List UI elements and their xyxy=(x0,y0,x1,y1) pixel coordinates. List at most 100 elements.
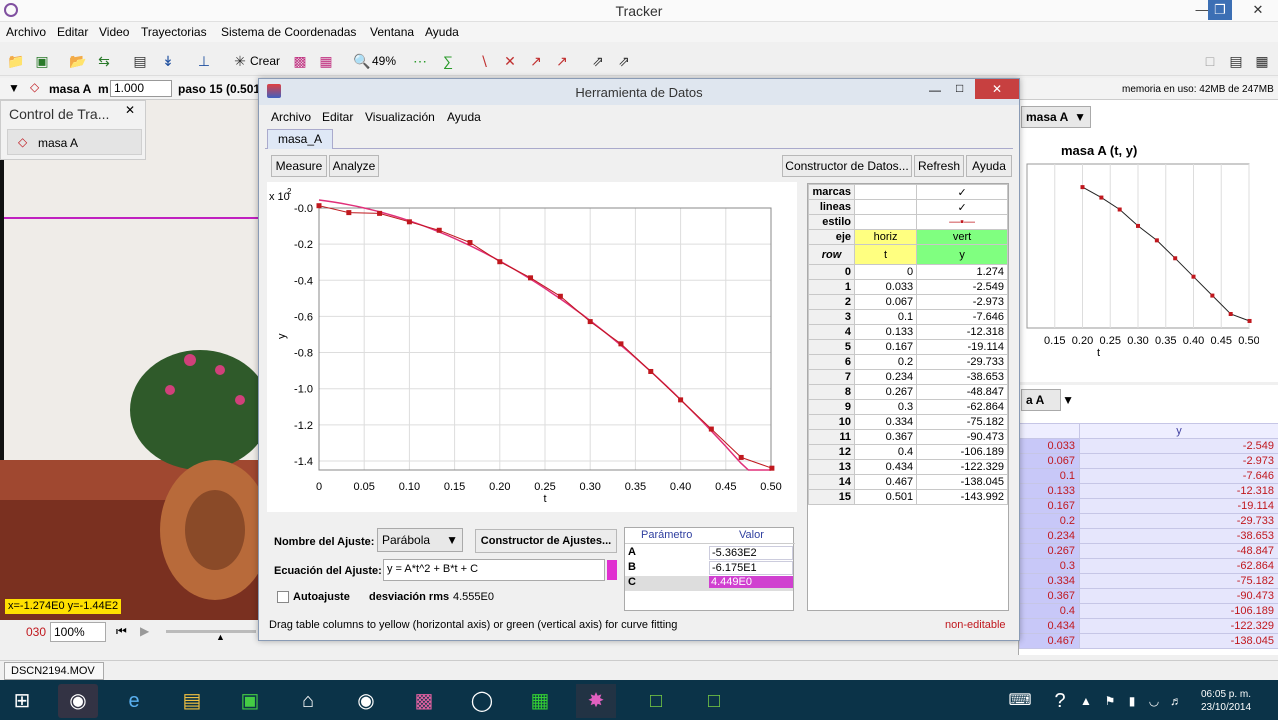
dt-menu-editar[interactable]: Editar xyxy=(322,110,353,124)
right-t-cell[interactable]: 0.467 xyxy=(1019,633,1080,649)
param-row-c[interactable]: C 4.449E0 xyxy=(625,576,793,591)
line-icon[interactable]: ∖ xyxy=(474,51,494,71)
right-t-cell[interactable]: 0.234 xyxy=(1019,528,1080,544)
right-t-cell[interactable]: 0.133 xyxy=(1019,483,1080,499)
clock[interactable]: 06:05 p. m. 23/10/2014 xyxy=(1196,688,1256,714)
keyboard-icon[interactable]: ⌨ xyxy=(1000,684,1040,718)
y-cell[interactable]: -106.189 xyxy=(916,444,1008,460)
param-row-b[interactable]: B -6.175E1 xyxy=(625,561,793,576)
help-button[interactable]: Ayuda xyxy=(966,155,1012,177)
network-icon[interactable]: ◡ xyxy=(1144,684,1164,718)
right-table-row[interactable]: 0.067 -2.973 xyxy=(1019,453,1278,469)
track-control-item[interactable]: ◇ masa A xyxy=(7,129,142,155)
lineas-checkbox[interactable]: ✓ xyxy=(916,199,1008,215)
table-row[interactable]: 2 0.067 -2.973 xyxy=(808,294,1008,310)
right-table-row[interactable]: 0.033 -2.549 xyxy=(1019,438,1278,454)
plot-track-dropdown[interactable]: masa A ▼ xyxy=(1021,106,1091,128)
labels-icon[interactable]: ∑ xyxy=(438,51,458,71)
right-t-cell[interactable]: 0.434 xyxy=(1019,618,1080,634)
right-table-row[interactable]: 0.2 -29.733 xyxy=(1019,513,1278,529)
right-t-cell[interactable]: 0.3 xyxy=(1019,558,1080,574)
table-row[interactable]: 11 0.367 -90.473 xyxy=(808,429,1008,445)
y-cell[interactable]: -12.318 xyxy=(916,324,1008,340)
lineas-t-cell[interactable] xyxy=(853,199,918,215)
t-cell[interactable]: 0.234 xyxy=(853,369,918,385)
y-cell[interactable]: -7.646 xyxy=(916,309,1008,325)
explorer-icon[interactable]: ▤ xyxy=(172,684,212,718)
row-index-cell[interactable]: 0 xyxy=(808,264,855,280)
right-t-cell[interactable]: 0.2 xyxy=(1019,513,1080,529)
row-index-cell[interactable]: 5 xyxy=(808,339,855,355)
close-button[interactable]: ✕ xyxy=(1240,0,1276,20)
fit-color-swatch[interactable] xyxy=(607,560,617,580)
calibration-icon[interactable]: ⊥ xyxy=(194,51,214,71)
table-row[interactable]: 10 0.334 -75.182 xyxy=(808,414,1008,430)
volume-icon[interactable]: ♬ xyxy=(1166,684,1186,718)
t-cell[interactable]: 0.167 xyxy=(853,339,918,355)
tray-chevron-icon[interactable]: ▲ xyxy=(1076,684,1096,718)
t-cell[interactable]: 0.4 xyxy=(853,444,918,460)
right-mini-plot[interactable]: 0.15 0.20 0.25 0.30 0.35 0.40 0.45 0.50 t xyxy=(1019,160,1259,380)
right-t-cell[interactable]: 0.334 xyxy=(1019,573,1080,589)
rewind-icon[interactable]: ⏮ xyxy=(116,624,127,639)
store-icon[interactable]: ▣ xyxy=(230,684,270,718)
refresh-icon[interactable]: ▤ xyxy=(1226,51,1246,71)
table-row[interactable]: 0 0 1.274 xyxy=(808,264,1008,280)
row-index-cell[interactable]: 14 xyxy=(808,474,855,490)
hp-icon[interactable]: ◯ xyxy=(462,684,502,718)
table-row[interactable]: 5 0.167 -19.114 xyxy=(808,339,1008,355)
right-table-row[interactable]: 0.3 -62.864 xyxy=(1019,558,1278,574)
estilo-t-cell[interactable] xyxy=(853,214,918,230)
create-icon[interactable]: ✳ xyxy=(230,51,250,71)
row-index-cell[interactable]: 13 xyxy=(808,459,855,475)
right-y-cell[interactable]: -138.045 xyxy=(1079,633,1278,649)
row-index-cell[interactable]: 6 xyxy=(808,354,855,370)
right-y-cell[interactable]: -19.114 xyxy=(1079,498,1278,514)
menu-ayuda[interactable]: Ayuda xyxy=(425,25,459,39)
vector-m-icon[interactable]: ⇗ xyxy=(614,51,634,71)
y-cell[interactable]: -75.182 xyxy=(916,414,1008,430)
t-cell[interactable]: 0.1 xyxy=(853,309,918,325)
menu-editar[interactable]: Editar xyxy=(57,25,88,39)
right-y-cell[interactable]: -75.182 xyxy=(1079,573,1278,589)
menu-ventana[interactable]: Ventana xyxy=(370,25,414,39)
right-y-cell[interactable]: -122.329 xyxy=(1079,618,1278,634)
autofit-checkbox[interactable] xyxy=(277,591,289,603)
track-control-icon[interactable]: ▩ xyxy=(290,51,310,71)
dt-menu-archivo[interactable]: Archivo xyxy=(271,110,311,124)
right-table-row[interactable]: 0.467 -138.045 xyxy=(1019,633,1278,649)
right-y-cell[interactable]: -2.549 xyxy=(1079,438,1278,454)
position-icon[interactable]: ✕ xyxy=(500,51,520,71)
open-file-icon[interactable]: 📂 xyxy=(68,51,88,71)
right-table-row[interactable]: 0.133 -12.318 xyxy=(1019,483,1278,499)
row-index-cell[interactable]: 11 xyxy=(808,429,855,445)
right-t-cell[interactable]: 0.1 xyxy=(1019,468,1080,484)
trail-icon[interactable]: ⋯ xyxy=(410,51,430,71)
row-index-cell[interactable]: 10 xyxy=(808,414,855,430)
right-table-row[interactable]: 0.267 -48.847 xyxy=(1019,543,1278,559)
camtasia-icon[interactable]: □ xyxy=(636,684,676,718)
table-track-dropdown[interactable]: a A ▼ xyxy=(1021,389,1074,411)
frame-number[interactable]: 030 xyxy=(26,625,46,639)
timeline-slider[interactable] xyxy=(166,630,256,633)
video-file-tab[interactable]: DSCN2194.MOV xyxy=(4,662,104,680)
t-cell[interactable]: 0.501 xyxy=(853,489,918,505)
t-cell[interactable]: 0.067 xyxy=(853,294,918,310)
dt-maximize-button[interactable]: □ xyxy=(956,81,963,95)
right-t-cell[interactable]: 0.067 xyxy=(1019,453,1080,469)
clip-icon[interactable]: ▤ xyxy=(130,51,150,71)
row-index-cell[interactable]: 12 xyxy=(808,444,855,460)
home-icon[interactable]: ⌂ xyxy=(288,684,328,718)
right-y-cell[interactable]: -7.646 xyxy=(1079,468,1278,484)
t-cell[interactable]: 0.267 xyxy=(853,384,918,400)
zoom-spinner[interactable]: 100% xyxy=(50,622,106,642)
y-cell[interactable]: -143.992 xyxy=(916,489,1008,505)
zoom-level[interactable]: 49% xyxy=(372,54,396,68)
right-t-cell[interactable]: 0.167 xyxy=(1019,498,1080,514)
refresh-button[interactable]: Refresh xyxy=(914,155,964,177)
right-table-row[interactable]: 0.434 -122.329 xyxy=(1019,618,1278,634)
mass-field[interactable]: 1.000 xyxy=(110,80,172,97)
t-cell[interactable]: 0 xyxy=(853,264,918,280)
t-cell[interactable]: 0.334 xyxy=(853,414,918,430)
t-cell[interactable]: 0.467 xyxy=(853,474,918,490)
